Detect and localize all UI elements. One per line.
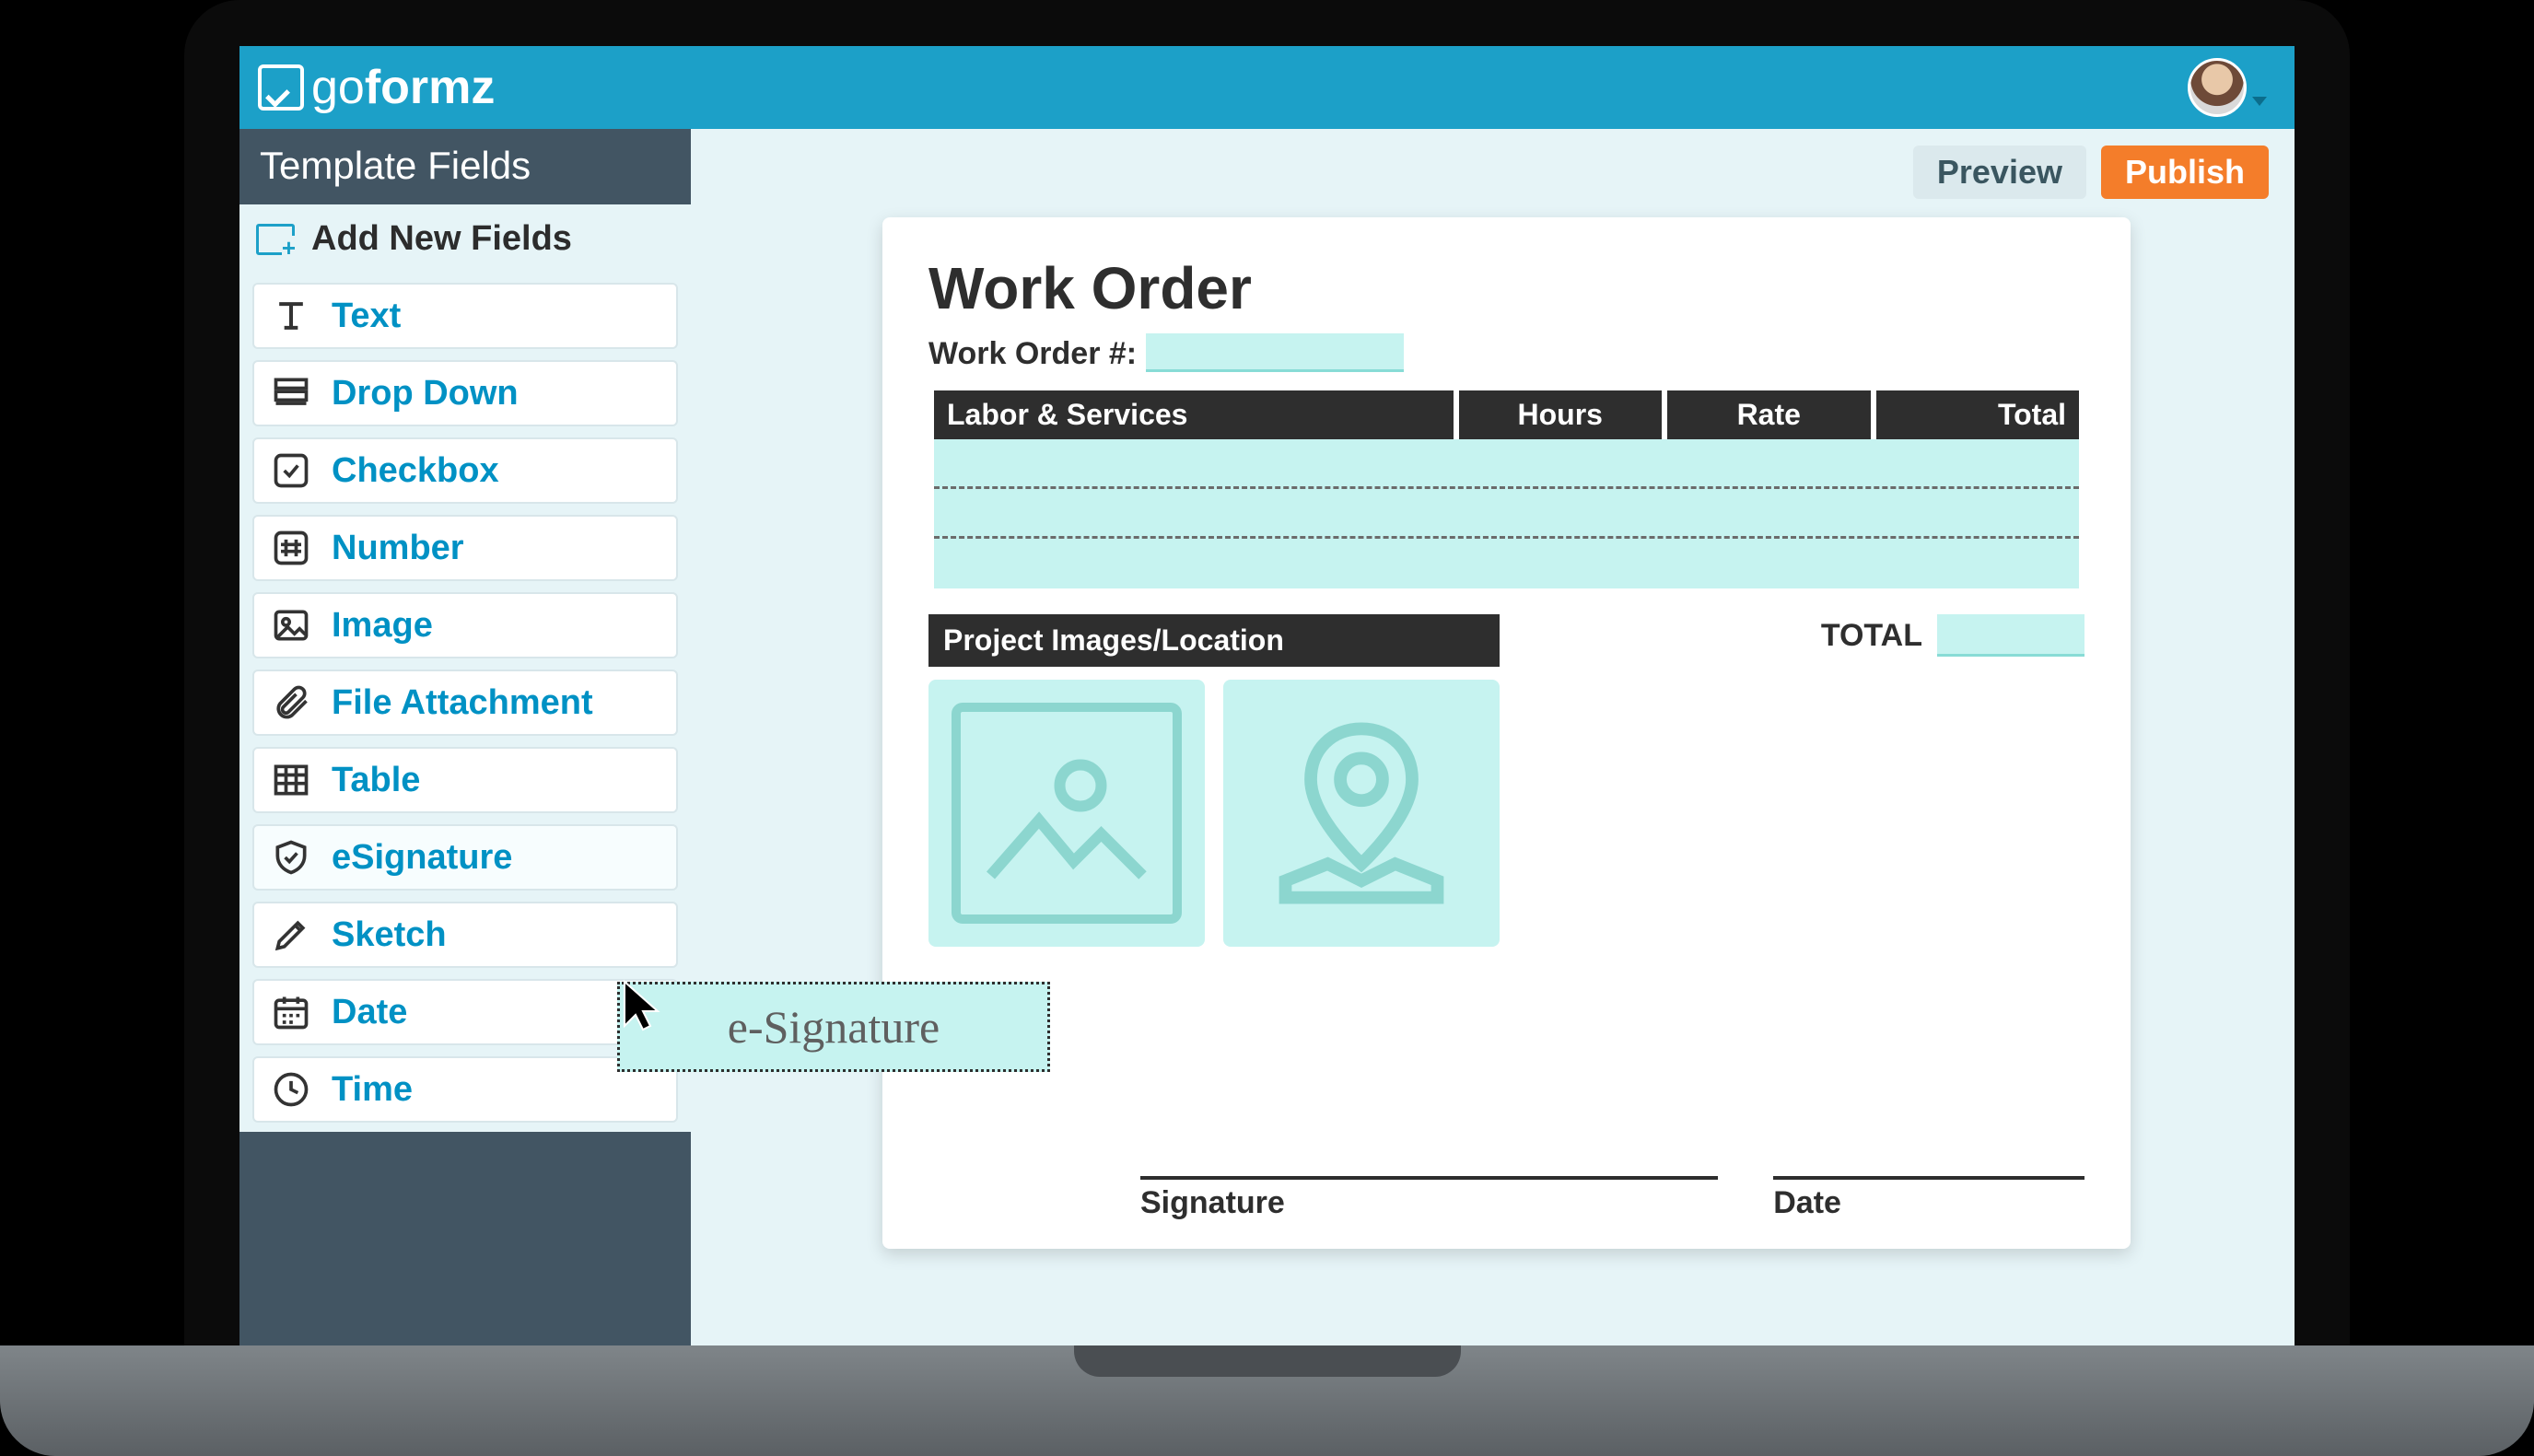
form-canvas[interactable]: Work Order Work Order #: Labor & Service… [882, 217, 2131, 1249]
cursor-icon [621, 978, 665, 1033]
calendar-icon [271, 992, 311, 1032]
project-images-header: Project Images/Location [928, 614, 1500, 667]
table-header: Rate [1667, 390, 1871, 439]
work-order-number-row: Work Order #: [928, 333, 2084, 372]
total-row: TOTAL [1821, 614, 2084, 657]
field-type-esignature[interactable]: eSignature [252, 824, 678, 891]
add-new-label: Add New Fields [311, 219, 572, 259]
image-icon [952, 703, 1182, 924]
field-type-image[interactable]: Image [252, 592, 678, 658]
signature-label: Signature [1140, 1185, 1718, 1221]
field-label: Text [332, 297, 401, 336]
field-type-table[interactable]: Table [252, 747, 678, 813]
pencil-icon [271, 914, 311, 955]
laptop-base [0, 1345, 2534, 1456]
sidebar-title: Template Fields [239, 129, 691, 204]
top-actions: Preview Publish [717, 140, 2269, 217]
preview-button[interactable]: Preview [1913, 146, 2086, 199]
total-field[interactable] [1937, 614, 2084, 657]
field-label: Table [332, 761, 420, 800]
location-field-placeholder[interactable] [1223, 680, 1500, 947]
field-label: Drop Down [332, 374, 519, 414]
table-icon [271, 760, 311, 800]
field-type-sketch[interactable]: Sketch [252, 902, 678, 968]
laptop-frame: goformz Template Fields Add New Fields [184, 0, 2350, 1363]
top-bar: goformz [239, 46, 2295, 129]
field-label: Date [332, 993, 407, 1032]
work-area: Template Fields Add New Fields Text [239, 129, 2295, 1363]
section-row: Project Images/Location TOTAL [928, 614, 2084, 667]
field-label: Time [332, 1070, 413, 1110]
table-header: Total [1876, 390, 2080, 439]
number-icon [271, 528, 311, 568]
work-order-number-field[interactable] [1146, 333, 1404, 372]
signature-field[interactable] [1140, 1176, 1718, 1180]
logo-text: goformz [311, 60, 495, 115]
labor-services-table[interactable]: Labor & Services Hours Rate Total [928, 390, 2084, 588]
field-label: Sketch [332, 915, 447, 955]
brand-logo[interactable]: goformz [258, 60, 495, 115]
chevron-down-icon [2252, 97, 2267, 106]
field-type-text[interactable]: Text [252, 283, 678, 349]
drag-ghost-label: e-Signature [728, 1000, 940, 1054]
field-type-time[interactable]: Time [252, 1056, 678, 1123]
table-row[interactable] [934, 489, 2079, 539]
field-type-number[interactable]: Number [252, 515, 678, 581]
field-type-checkbox[interactable]: Checkbox [252, 437, 678, 504]
dropdown-icon [271, 373, 311, 414]
clock-icon [271, 1069, 311, 1110]
avatar-icon [2188, 58, 2247, 117]
publish-button[interactable]: Publish [2101, 146, 2269, 199]
signature-row: Signature Date [928, 1176, 2084, 1221]
form-title: Work Order [928, 254, 2084, 322]
table-row[interactable] [934, 539, 2079, 588]
text-icon [271, 296, 311, 336]
table-header: Labor & Services [934, 390, 1454, 439]
field-label: File Attachment [332, 683, 593, 723]
logo-mark-icon [258, 64, 304, 111]
image-icon [271, 605, 311, 646]
add-new-fields-header[interactable]: Add New Fields [239, 204, 691, 274]
field-label: Image [332, 606, 433, 646]
table-row[interactable] [934, 439, 2079, 489]
paperclip-icon [271, 682, 311, 723]
field-type-dropdown[interactable]: Drop Down [252, 360, 678, 426]
date-label: Date [1773, 1185, 2084, 1221]
add-field-icon [256, 224, 295, 255]
editor-main: Preview Publish Work Order Work Order #:… [691, 129, 2295, 1363]
field-type-date[interactable]: Date [252, 979, 678, 1045]
date-field[interactable] [1773, 1176, 2084, 1180]
field-label: Checkbox [332, 451, 499, 491]
total-label: TOTAL [1821, 618, 1922, 654]
app-screen: goformz Template Fields Add New Fields [239, 46, 2295, 1363]
shield-check-icon [271, 837, 311, 878]
drag-ghost-esignature[interactable]: e-Signature [617, 982, 1050, 1072]
table-header: Hours [1459, 390, 1663, 439]
field-type-file-attachment[interactable]: File Attachment [252, 670, 678, 736]
checkbox-icon [271, 450, 311, 491]
field-label: eSignature [332, 838, 512, 878]
laptop-notch [1074, 1345, 1461, 1377]
user-menu[interactable] [2188, 58, 2267, 117]
image-field-placeholder[interactable] [928, 680, 1205, 947]
map-pin-icon [1260, 712, 1463, 914]
work-order-label: Work Order #: [928, 336, 1137, 372]
field-label: Number [332, 529, 464, 568]
sidebar: Template Fields Add New Fields Text [239, 129, 691, 1363]
image-placeholders-row [928, 680, 2084, 947]
